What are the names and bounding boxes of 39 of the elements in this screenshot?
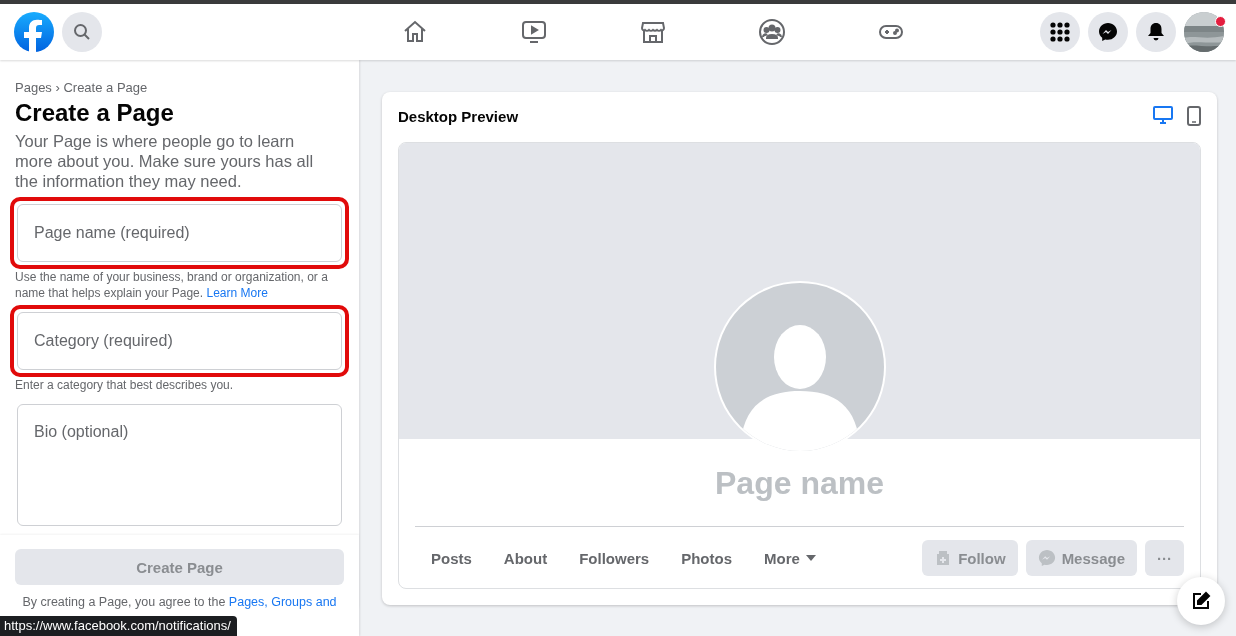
new-message-button[interactable] — [1177, 577, 1225, 625]
terms-text: By creating a Page, you agree to the Pages, Groups and — [21, 595, 338, 609]
messenger-icon — [1037, 549, 1056, 567]
notifications-button[interactable] — [1136, 12, 1176, 52]
breadcrumb: Pages › Create a Page — [15, 80, 149, 95]
compose-icon — [1191, 591, 1211, 611]
profile-tab[interactable]: More — [748, 540, 832, 576]
input-field[interactable]: Category (required) — [17, 312, 342, 370]
messenger-icon — [1098, 22, 1118, 42]
help-text: Enter a category that best describes you. — [15, 377, 235, 393]
help-text: Use the name of your business, brand or organization, or a name that helps explain your Page. Learn More — [15, 269, 329, 301]
more-button[interactable]: ··· — [1145, 540, 1184, 576]
desktop-icon[interactable] — [1153, 106, 1173, 124]
page-name: Page name — [714, 465, 885, 502]
profile-tab[interactable]: About — [487, 540, 564, 576]
follow-button[interactable]: Follow — [922, 540, 1018, 576]
policies-link[interactable]: Pages, Groups and — [228, 595, 337, 609]
profile-tab[interactable]: Followers — [563, 540, 666, 576]
mobile-icon[interactable] — [1187, 106, 1201, 126]
input-field[interactable]: Page name (required) — [17, 204, 342, 262]
group-icon[interactable] — [757, 18, 786, 46]
facebook-logo[interactable] — [14, 12, 54, 52]
learn-more-link[interactable]: Learn More — [206, 286, 268, 300]
messenger-button[interactable] — [1088, 12, 1128, 52]
search-icon — [73, 23, 91, 41]
profile-tab[interactable]: Posts — [415, 540, 488, 576]
status-url: https://www.facebook.com/notifications/ — [0, 616, 237, 636]
page-title: Create a Page — [15, 99, 175, 127]
bio-field[interactable]: Bio (optional) — [17, 404, 342, 526]
preview-title: Desktop Preview — [398, 107, 519, 125]
bell-icon — [1147, 22, 1165, 42]
menu-button[interactable] — [1040, 12, 1080, 52]
avatar-button[interactable] — [1184, 12, 1224, 52]
search-button[interactable] — [62, 12, 102, 52]
intro-text: Your Page is where people go to learn more about you. Make sure yours has all the information they may need. — [15, 131, 315, 191]
video-icon[interactable] — [519, 18, 548, 46]
message-button[interactable]: Message — [1025, 540, 1137, 576]
grid-icon — [1050, 22, 1070, 42]
profile-tab[interactable]: Photos — [665, 540, 749, 576]
